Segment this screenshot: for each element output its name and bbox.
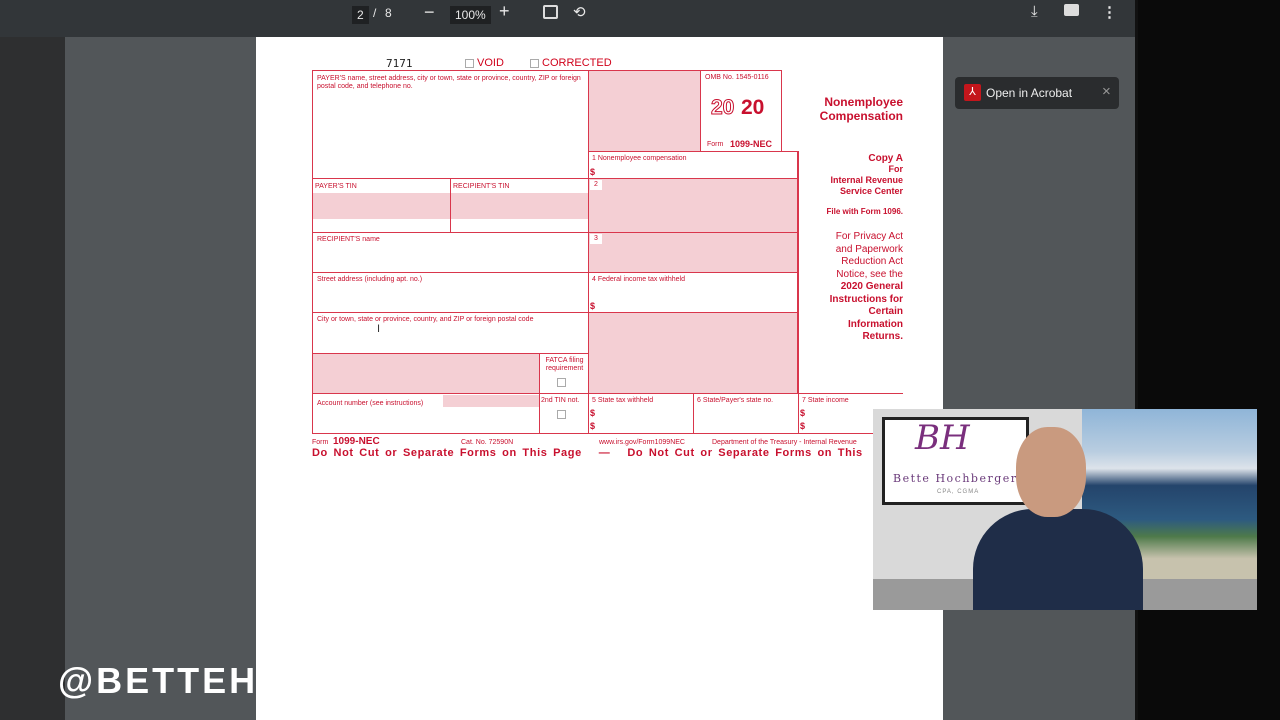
open-in-acrobat-label[interactable]: Open in Acrobat xyxy=(986,86,1072,100)
right-backdrop xyxy=(1138,0,1280,720)
zoom-input[interactable]: 100% xyxy=(450,6,491,24)
more-icon[interactable]: ⋮ xyxy=(1102,3,1117,21)
download-icon[interactable]: ⤓ xyxy=(1031,3,1038,20)
page-number-input[interactable]: 2 xyxy=(352,6,369,24)
presenter-face xyxy=(1016,427,1086,517)
page-separator: / xyxy=(373,6,377,20)
acrobat-icon: ⅄ xyxy=(964,84,981,101)
logo-name: Bette Hochberger xyxy=(893,472,1018,485)
logo-board: BH Bette Hochberger CPA, CGMA xyxy=(882,417,1029,505)
social-watermark: @BETTEH xyxy=(58,660,259,701)
pdf-page xyxy=(256,37,943,720)
close-icon[interactable]: × xyxy=(1102,83,1111,100)
fit-page-icon[interactable] xyxy=(543,5,558,19)
page-total: 8 xyxy=(385,6,392,20)
pdf-toolbar: 2 / 8 − 100% + ⟲ ⤓ ⋮ xyxy=(0,0,1135,37)
rotate-icon[interactable]: ⟲ xyxy=(573,3,586,21)
zoom-in-button[interactable]: + xyxy=(499,1,510,22)
left-backdrop xyxy=(0,0,65,720)
logo-initials: BH xyxy=(915,418,970,458)
print-icon[interactable] xyxy=(1064,4,1079,16)
open-in-acrobat-popup[interactable]: ⅄ Open in Acrobat × xyxy=(955,77,1119,109)
page-bottom xyxy=(256,650,943,720)
logo-subtitle: CPA, CGMA xyxy=(937,489,980,495)
zoom-out-button[interactable]: − xyxy=(424,2,435,23)
presenter-body xyxy=(973,509,1143,610)
webcam-overlay: BH Bette Hochberger CPA, CGMA xyxy=(873,409,1257,610)
